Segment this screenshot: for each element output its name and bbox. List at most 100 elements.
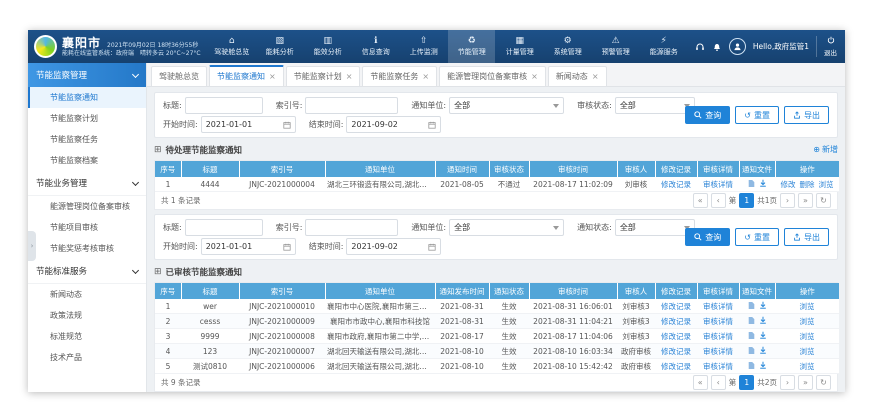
bell-icon[interactable] <box>712 37 722 56</box>
headset-icon[interactable] <box>695 37 705 56</box>
edit-link[interactable]: 修改 <box>781 179 796 190</box>
reviewed-export-button[interactable]: 导出 <box>784 228 829 246</box>
view-link[interactable]: 浏览 <box>800 362 815 371</box>
prev-page-button[interactable]: ‹ <box>711 193 726 208</box>
current-page[interactable]: 1 <box>739 375 754 390</box>
reviewed-table: 序号 标题 索引号 通知单位 通知发布时间 通知状态 审核时间 审核人 修改记录… <box>154 282 838 374</box>
nav-item-system-mgmt[interactable]: ⚙ 系统管理 <box>544 30 591 63</box>
tab-gangwei-beian[interactable]: 能源管理岗位备案审核 × <box>439 66 546 86</box>
nav-item-info-query[interactable]: ℹ 信息查询 <box>352 30 399 63</box>
tab-xinwen-dongtai[interactable]: 新闻动态 × <box>548 66 607 86</box>
avatar[interactable] <box>729 38 746 55</box>
audit-detail-link[interactable]: 审核详情 <box>703 332 733 341</box>
first-page-button[interactable]: « <box>693 193 708 208</box>
sidebar-group-biaozhun-fuwu[interactable]: 节能标准服务 <box>28 259 146 284</box>
view-link[interactable]: 浏览 <box>819 179 834 190</box>
pending-index-input[interactable] <box>305 97 398 114</box>
download-icon[interactable] <box>759 361 767 369</box>
sidebar-item-gangwei-beian[interactable]: 能源管理岗位备案审核 <box>28 196 146 217</box>
pending-status-select[interactable]: 全部 <box>615 97 695 114</box>
download-icon[interactable] <box>759 301 767 309</box>
reviewed-index-input[interactable] <box>305 219 398 236</box>
nav-item-efficiency-analysis[interactable]: ▥ 能效分析 <box>304 30 351 63</box>
reviewed-query-button[interactable]: 查询 <box>685 228 730 246</box>
modify-record-link[interactable]: 修改记录 <box>661 302 691 311</box>
view-link[interactable]: 浏览 <box>800 332 815 341</box>
nav-item-alert-mgmt[interactable]: ⚠ 预警管理 <box>592 30 639 63</box>
plus-circle-icon: ⊕ <box>813 145 820 154</box>
reviewed-status-select[interactable]: 全部 <box>615 219 695 236</box>
pending-query-button[interactable]: 查询 <box>685 106 730 124</box>
logout-button[interactable]: 退出 <box>816 36 837 57</box>
reviewed-start-date-input[interactable]: 2021-01-01 <box>201 238 296 255</box>
delete-link[interactable]: 删除 <box>800 179 815 190</box>
close-tab-icon[interactable]: × <box>346 72 353 81</box>
modify-record-link[interactable]: 修改记录 <box>661 317 691 326</box>
pending-unit-select[interactable]: 全部 <box>449 97 564 114</box>
modify-record-link[interactable]: 修改记录 <box>661 180 691 189</box>
audit-detail-link[interactable]: 审核详情 <box>703 317 733 326</box>
close-tab-icon[interactable]: × <box>422 72 429 81</box>
pending-export-button[interactable]: 导出 <box>784 106 829 124</box>
sidebar-group-jianneng-jiancha[interactable]: 节能监察管理 <box>28 63 146 87</box>
reviewed-reset-button[interactable]: ↺ 重置 <box>735 228 779 246</box>
tab-dashboard[interactable]: 驾驶舱总览 <box>151 66 207 86</box>
sidebar-item-jishu-chanpin[interactable]: 技术产品 <box>28 347 146 368</box>
first-page-button[interactable]: « <box>693 375 708 390</box>
sidebar-item-zhengce-fagui[interactable]: 政策法规 <box>28 305 146 326</box>
sidebar-item-biaozhun-guifan[interactable]: 标准规范 <box>28 326 146 347</box>
last-page-button[interactable]: » <box>798 375 813 390</box>
nav-item-metering-mgmt[interactable]: ▦ 计量管理 <box>496 30 543 63</box>
refresh-button[interactable]: ↻ <box>816 375 831 390</box>
sidebar-collapse-handle[interactable]: › <box>28 231 36 261</box>
download-icon[interactable] <box>759 331 767 339</box>
audit-detail-link[interactable]: 审核详情 <box>703 362 733 371</box>
tab-jiancha-renwu[interactable]: 节能监察任务 × <box>362 66 437 86</box>
sidebar-item-jiancha-dangan[interactable]: 节能监察档案 <box>28 150 146 171</box>
modify-record-link[interactable]: 修改记录 <box>661 332 691 341</box>
modify-record-link[interactable]: 修改记录 <box>661 362 691 371</box>
download-icon[interactable] <box>759 346 767 354</box>
prev-page-button[interactable]: ‹ <box>711 375 726 390</box>
view-link[interactable]: 浏览 <box>800 317 815 326</box>
refresh-button[interactable]: ↻ <box>816 193 831 208</box>
close-tab-icon[interactable]: × <box>531 72 538 81</box>
sidebar-item-jiancha-tongzhi[interactable]: 节能监察通知 <box>28 87 146 108</box>
pending-title-input[interactable] <box>185 97 263 114</box>
pending-reset-button[interactable]: ↺ 重置 <box>735 106 779 124</box>
download-icon[interactable] <box>759 179 767 187</box>
nav-item-energy-saving-mgmt[interactable]: ♻ 节能管理 <box>448 30 495 63</box>
last-page-button[interactable]: » <box>798 193 813 208</box>
close-tab-icon[interactable]: × <box>269 72 276 81</box>
audit-detail-link[interactable]: 审核详情 <box>703 302 733 311</box>
sidebar-item-jiangcheng-kaohe[interactable]: 节能奖惩考核审核 <box>28 238 146 259</box>
view-link[interactable]: 浏览 <box>800 347 815 356</box>
view-link[interactable]: 浏览 <box>800 302 815 311</box>
sidebar-item-xinwen-dongtai[interactable]: 新闻动态 <box>28 284 146 305</box>
pending-end-date-input[interactable]: 2021-09-02 <box>346 116 441 133</box>
reviewed-end-date-input[interactable]: 2021-09-02 <box>346 238 441 255</box>
sidebar-item-jiancha-renwu[interactable]: 节能监察任务 <box>28 129 146 150</box>
next-page-button[interactable]: › <box>780 193 795 208</box>
reviewed-unit-select[interactable]: 全部 <box>449 219 564 236</box>
reviewed-title-input[interactable] <box>185 219 263 236</box>
audit-detail-link[interactable]: 审核详情 <box>703 347 733 356</box>
nav-item-energy-analysis[interactable]: ▧ 能耗分析 <box>256 30 303 63</box>
close-tab-icon[interactable]: × <box>592 72 599 81</box>
next-page-button[interactable]: › <box>780 375 795 390</box>
sidebar-item-jiancha-jihua[interactable]: 节能监察计划 <box>28 108 146 129</box>
tab-jiancha-jihua[interactable]: 节能监察计划 × <box>286 66 361 86</box>
download-icon[interactable] <box>759 316 767 324</box>
add-notice-button[interactable]: ⊕ 新增 <box>813 144 838 155</box>
nav-item-energy-service[interactable]: ⚡ 能源服务 <box>640 30 687 63</box>
pending-start-date-input[interactable]: 2021-01-01 <box>201 116 296 133</box>
modify-record-link[interactable]: 修改记录 <box>661 347 691 356</box>
col-title: 标题 <box>181 283 239 299</box>
nav-item-dashboard[interactable]: ⌂ 驾驶舱总览 <box>208 30 255 63</box>
nav-item-upload-monitor[interactable]: ⇧ 上传监测 <box>400 30 447 63</box>
tab-jiancha-tongzhi[interactable]: 节能监察通知 × <box>209 65 284 86</box>
audit-detail-link[interactable]: 审核详情 <box>703 180 733 189</box>
sidebar-group-jianneng-yewu[interactable]: 节能业务管理 <box>28 171 146 196</box>
current-page[interactable]: 1 <box>739 193 754 208</box>
sidebar-item-xiangmu-shenhe[interactable]: 节能项目审核 <box>28 217 146 238</box>
